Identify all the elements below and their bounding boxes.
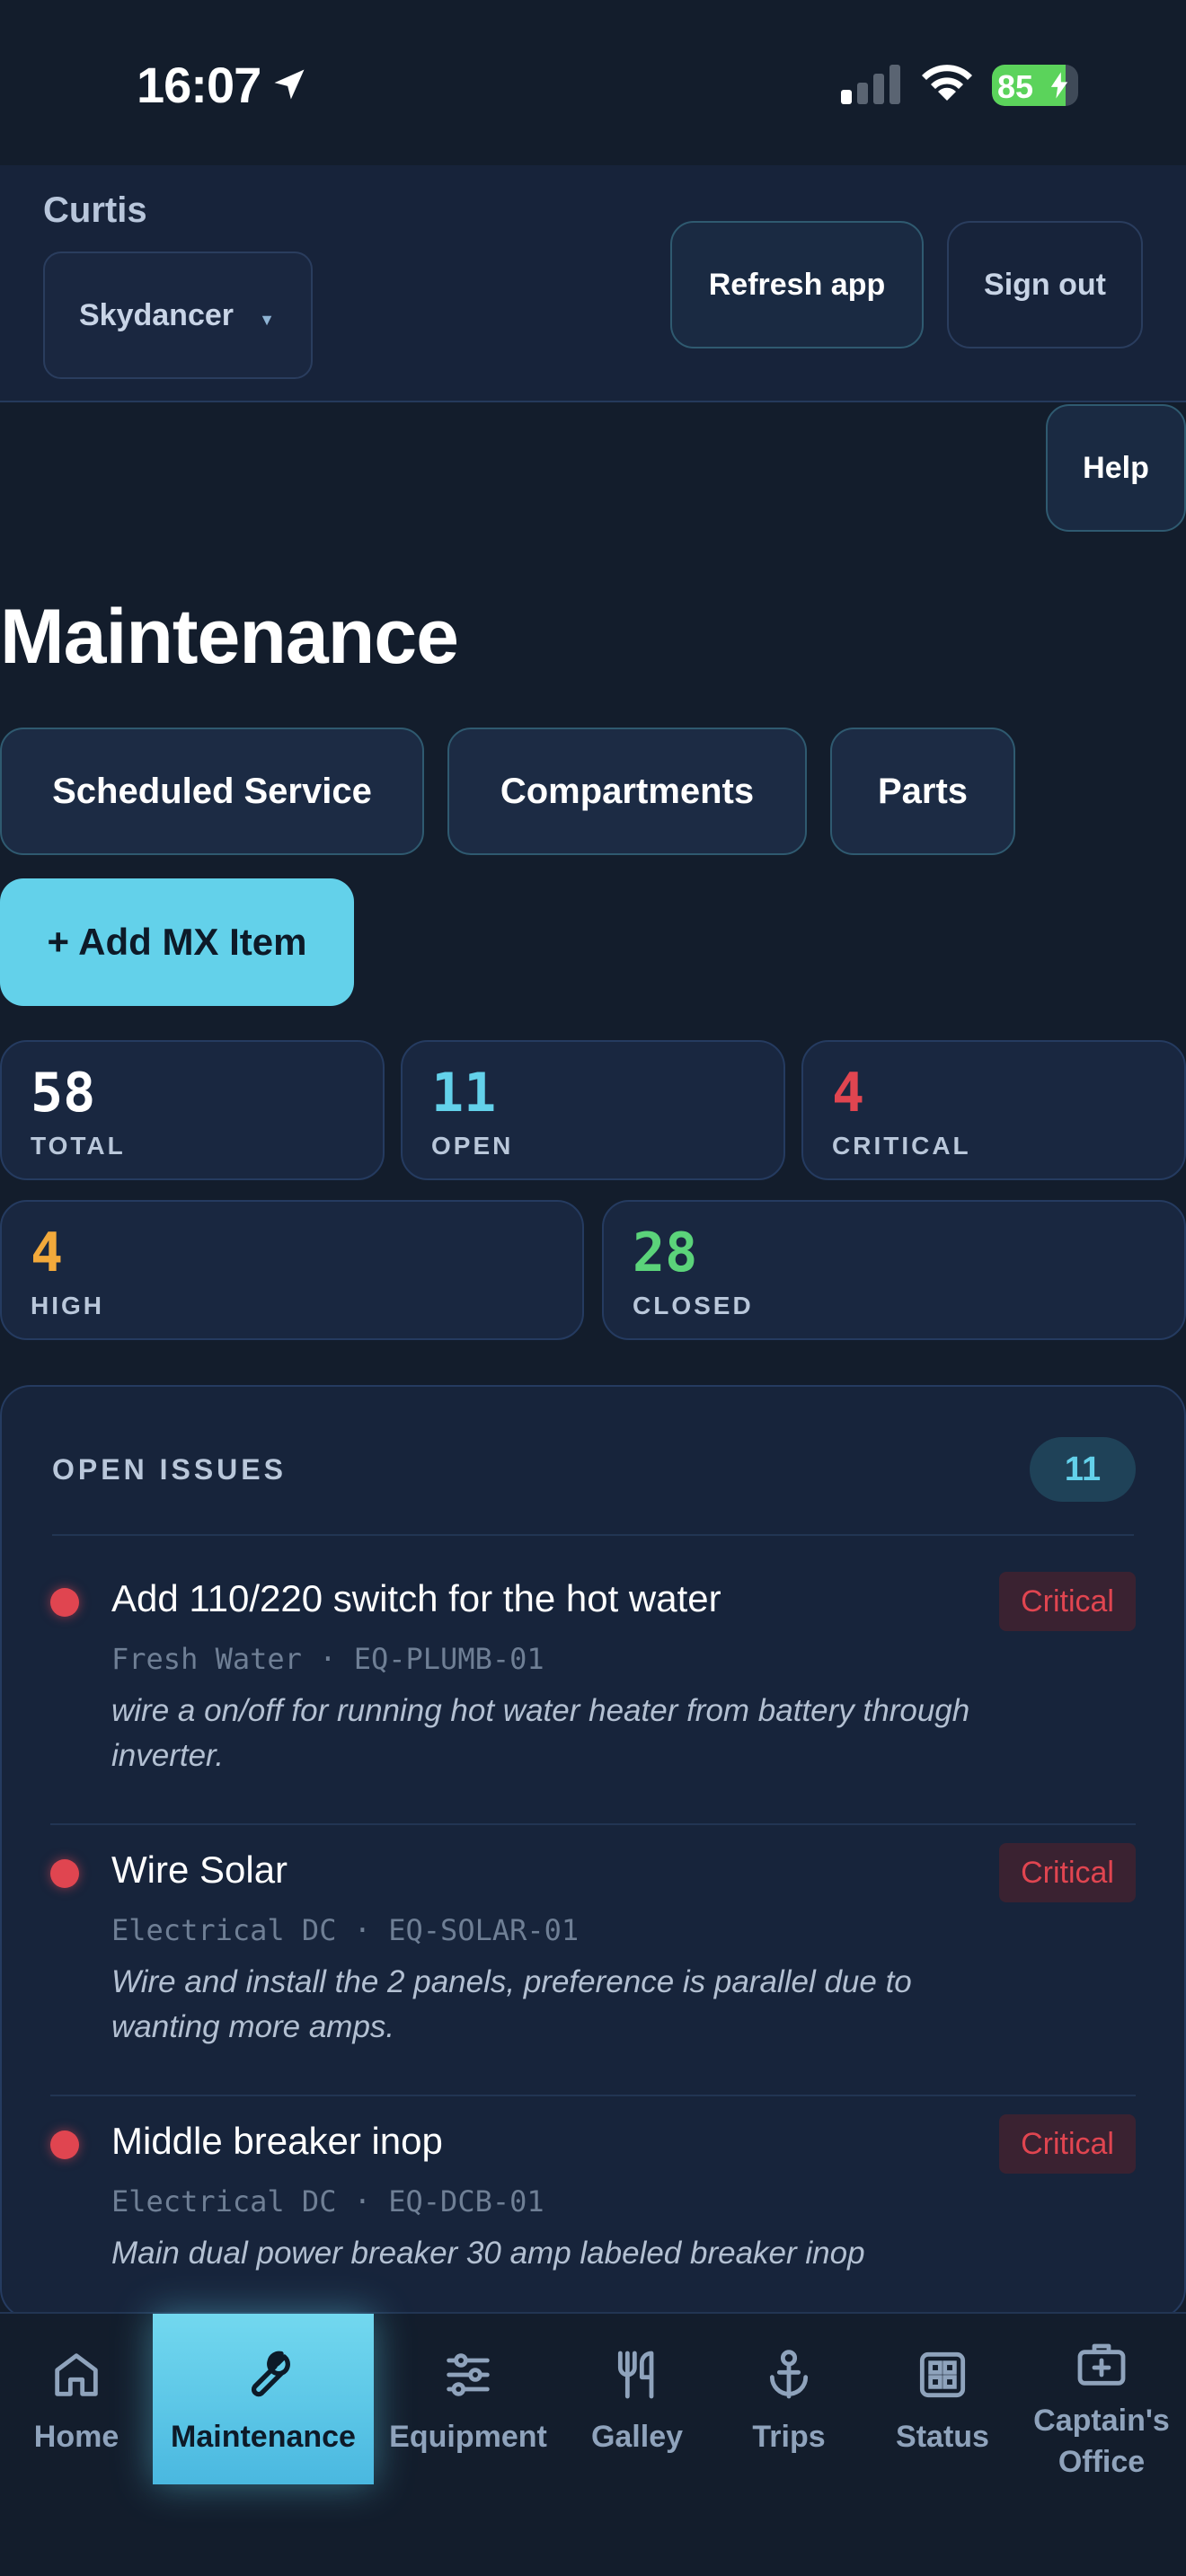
- page-title: Maintenance: [0, 594, 459, 680]
- issue-list-item[interactable]: Wire Solar Electrical DC · EQ-SOLAR-01 W…: [50, 1825, 1136, 2096]
- refresh-app-button[interactable]: Refresh app: [670, 221, 924, 348]
- nav-label: Status: [896, 2420, 989, 2454]
- sign-out-button[interactable]: Sign out: [947, 221, 1143, 348]
- battery-percent: 85: [997, 68, 1034, 105]
- stat-card-closed[interactable]: 28 CLOSED: [602, 1200, 1186, 1340]
- location-arrow-icon: [274, 69, 305, 100]
- nav-label: Home: [33, 2420, 119, 2454]
- grid-icon: [919, 2351, 966, 2398]
- issue-title: Add 110/220 switch for the hot water: [111, 1577, 721, 1619]
- stat-card-critical[interactable]: 4 CRITICAL: [801, 1040, 1186, 1180]
- cellular-signal-icon: [841, 65, 900, 104]
- issue-description: Main dual power breaker 30 amp labeled b…: [111, 2236, 865, 2271]
- critical-status-dot: [50, 2130, 79, 2159]
- stat-value: 4: [832, 1062, 865, 1125]
- user-name: Curtis: [43, 190, 147, 230]
- stat-value: 28: [633, 1222, 698, 1284]
- nav-equipment[interactable]: Equipment: [385, 2314, 552, 2484]
- bottom-navigation: Home Maintenance Equipment Galley Trips …: [0, 2312, 1186, 2576]
- home-icon: [55, 2353, 98, 2396]
- briefcase-icon: [1077, 2343, 1126, 2386]
- anchor-icon: [769, 2350, 809, 2399]
- stat-card-open[interactable]: 11 OPEN: [401, 1040, 785, 1180]
- sliders-icon: [447, 2353, 490, 2396]
- stat-label: CLOSED: [633, 1292, 754, 1319]
- severity-badge: Critical: [999, 1843, 1136, 1902]
- severity-badge: Critical: [999, 2114, 1136, 2174]
- issue-title: Middle breaker inop: [111, 2120, 443, 2162]
- nav-label: Maintenance: [171, 2420, 356, 2454]
- issue-description: wire a on/off for running hot water heat…: [111, 1693, 970, 1773]
- divider: [52, 1534, 1134, 1536]
- battery-indicator: 85: [992, 65, 1078, 106]
- open-issues-count-badge: 11: [1030, 1437, 1136, 1502]
- wifi-icon: [922, 65, 972, 101]
- issue-title: Wire Solar: [111, 1848, 288, 1891]
- nav-label: Galley: [590, 2420, 684, 2454]
- stat-value: 11: [431, 1062, 497, 1125]
- tab-scheduled-service[interactable]: Scheduled Service: [0, 728, 424, 855]
- nav-label: Captain's Office: [1033, 2404, 1170, 2479]
- utensils-icon: [617, 2351, 654, 2399]
- tab-compartments[interactable]: Compartments: [447, 728, 807, 855]
- issue-meta: Fresh Water · EQ-PLUMB-01: [111, 1642, 544, 1676]
- wrench-icon: [251, 2351, 290, 2397]
- issue-meta: Electrical DC · EQ-SOLAR-01: [111, 1913, 580, 1947]
- open-issues-heading: OPEN ISSUES: [52, 1453, 287, 1486]
- status-time: 16:07: [137, 57, 261, 113]
- stat-value: 4: [31, 1222, 64, 1284]
- status-bar: 16:07 85: [0, 0, 1186, 165]
- add-mx-item-button[interactable]: + Add MX Item: [0, 878, 354, 1006]
- nav-galley[interactable]: Galley: [579, 2314, 695, 2484]
- nav-label: Trips: [752, 2420, 826, 2454]
- nav-captains-office[interactable]: Captain's Office: [1024, 2314, 1179, 2484]
- tab-parts[interactable]: Parts: [830, 728, 1015, 855]
- boat-select-label: Skydancer: [79, 297, 234, 332]
- stat-label: HIGH: [31, 1292, 104, 1319]
- app-header: Curtis Skydancer ▼ Refresh app Sign out: [0, 165, 1186, 402]
- issue-meta: Electrical DC · EQ-DCB-01: [111, 2184, 544, 2219]
- stat-label: TOTAL: [31, 1132, 126, 1160]
- issue-list-item[interactable]: Add 110/220 switch for the hot water Fre…: [50, 1554, 1136, 1825]
- chevron-down-icon: ▼: [259, 311, 275, 329]
- charging-bolt-icon: [1050, 72, 1068, 99]
- nav-home[interactable]: Home: [18, 2314, 135, 2484]
- issue-description: Wire and install the 2 panels, preferenc…: [111, 1964, 912, 2044]
- stat-card-high[interactable]: 4 HIGH: [0, 1200, 584, 1340]
- nav-label: Equipment: [389, 2420, 547, 2454]
- critical-status-dot: [50, 1859, 79, 1888]
- help-button[interactable]: Help: [1046, 404, 1186, 532]
- severity-badge: Critical: [999, 1572, 1136, 1631]
- boat-select[interactable]: Skydancer ▼: [43, 251, 313, 379]
- critical-status-dot: [50, 1588, 79, 1617]
- stat-label: CRITICAL: [832, 1132, 971, 1160]
- stat-card-total[interactable]: 58 TOTAL: [0, 1040, 385, 1180]
- stat-label: OPEN: [431, 1132, 514, 1160]
- stat-value: 58: [31, 1062, 96, 1125]
- nav-maintenance[interactable]: Maintenance: [153, 2314, 374, 2484]
- nav-status[interactable]: Status: [884, 2314, 1001, 2484]
- nav-trips[interactable]: Trips: [735, 2314, 843, 2484]
